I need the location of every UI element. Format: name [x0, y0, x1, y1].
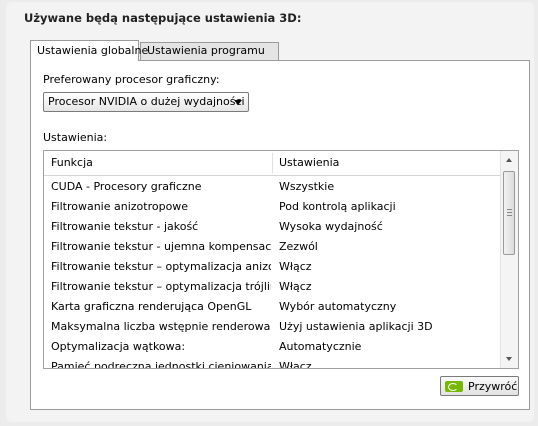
table-row[interactable]: CUDA - Procesory graficzne Wszystkie [44, 176, 502, 196]
row-setting: Włącz [279, 360, 312, 369]
table-row[interactable]: Filtrowanie tekstur - jakość Wysoka wydaj… [44, 216, 502, 236]
row-function: Optymalizacja wątkowa: [51, 340, 186, 353]
table-row[interactable]: Filtrowanie tekstur - ujemna kompensacja… [44, 236, 502, 256]
nvidia-logo-icon [445, 381, 463, 392]
chevron-down-icon [234, 100, 242, 105]
row-function: Filtrowanie tekstur – optymalizacja aniz… [51, 260, 271, 273]
row-setting: Włącz [279, 260, 312, 273]
row-setting: Wszystkie [279, 180, 335, 193]
settings-label: Ustawienia: [43, 131, 108, 144]
vertical-scrollbar[interactable] [500, 151, 518, 368]
row-function: Karta graficzna renderująca OpenGL [51, 300, 252, 313]
settings-list[interactable]: Funkcja Ustawienia CUDA - Procesory graf… [43, 150, 519, 369]
scroll-down-button[interactable] [501, 351, 518, 368]
scroll-up-button[interactable] [501, 151, 518, 168]
row-setting: Zezwól [279, 240, 318, 253]
preferred-gpu-label: Preferowany procesor graficzny: [43, 73, 220, 86]
row-function: Filtrowanie anizotropowe [51, 200, 189, 213]
grip-line [507, 209, 512, 210]
scroll-up-icon [506, 158, 512, 162]
column-divider[interactable] [272, 153, 273, 173]
row-function: Pamięć podręczna jednostki cieniowania [51, 360, 271, 369]
row-setting: Automatycznie [279, 340, 362, 353]
table-row[interactable]: Maksymalna liczba wstępnie renderowany..… [44, 316, 502, 336]
scroll-down-icon [506, 357, 512, 361]
table-row[interactable]: Optymalizacja wątkowa: Automatycznie [44, 336, 502, 356]
list-header: Funkcja Ustawienia [44, 151, 502, 176]
list-rows: CUDA - Procesory graficzne Wszystkie Filt… [44, 176, 502, 369]
row-function: Maksymalna liczba wstępnie renderowany..… [51, 320, 271, 333]
table-row[interactable]: Filtrowanie tekstur – optymalizacja trój… [44, 276, 502, 296]
restore-button[interactable]: Przywróć [440, 376, 519, 396]
row-setting: Pod kontrolą aplikacji [279, 200, 396, 213]
column-header-function[interactable]: Funkcja [51, 156, 93, 169]
restore-button-label: Przywróć [468, 380, 518, 393]
row-function: CUDA - Procesory graficzne [51, 180, 202, 193]
row-function: Filtrowanie tekstur - jakość [51, 220, 199, 233]
row-setting: Wysoka wydajność [279, 220, 383, 233]
row-setting: Włącz [279, 280, 312, 293]
preferred-gpu-select[interactable]: Procesor NVIDIA o dużej wydajności [43, 92, 249, 112]
table-row[interactable]: Karta graficzna renderująca OpenGL Wybór … [44, 296, 502, 316]
tab-global-settings[interactable]: Ustawienia globalne [30, 40, 148, 61]
table-row[interactable]: Filtrowanie anizotropowe Pod kontrolą apl… [44, 196, 502, 216]
scrollbar-thumb[interactable] [503, 171, 515, 255]
row-setting: Wybór automatyczny [279, 300, 397, 313]
table-row[interactable]: Filtrowanie tekstur – optymalizacja aniz… [44, 256, 502, 276]
column-header-setting[interactable]: Ustawienia [279, 156, 339, 169]
table-row[interactable]: Pamięć podręczna jednostki cieniowania Wł… [44, 356, 502, 369]
row-setting: Użyj ustawienia aplikacji 3D [279, 320, 433, 333]
grip-line [507, 215, 512, 216]
preferred-gpu-value: Procesor NVIDIA o dużej wydajności [48, 95, 245, 108]
tab-program-settings[interactable]: Ustawienia programu [140, 42, 279, 60]
grip-line [507, 212, 512, 213]
row-function: Filtrowanie tekstur - ujemna kompensacja… [51, 240, 271, 253]
page-title: Używane będą następujące ustawienia 3D: [24, 11, 302, 25]
row-function: Filtrowanie tekstur – optymalizacja trój… [51, 280, 271, 293]
